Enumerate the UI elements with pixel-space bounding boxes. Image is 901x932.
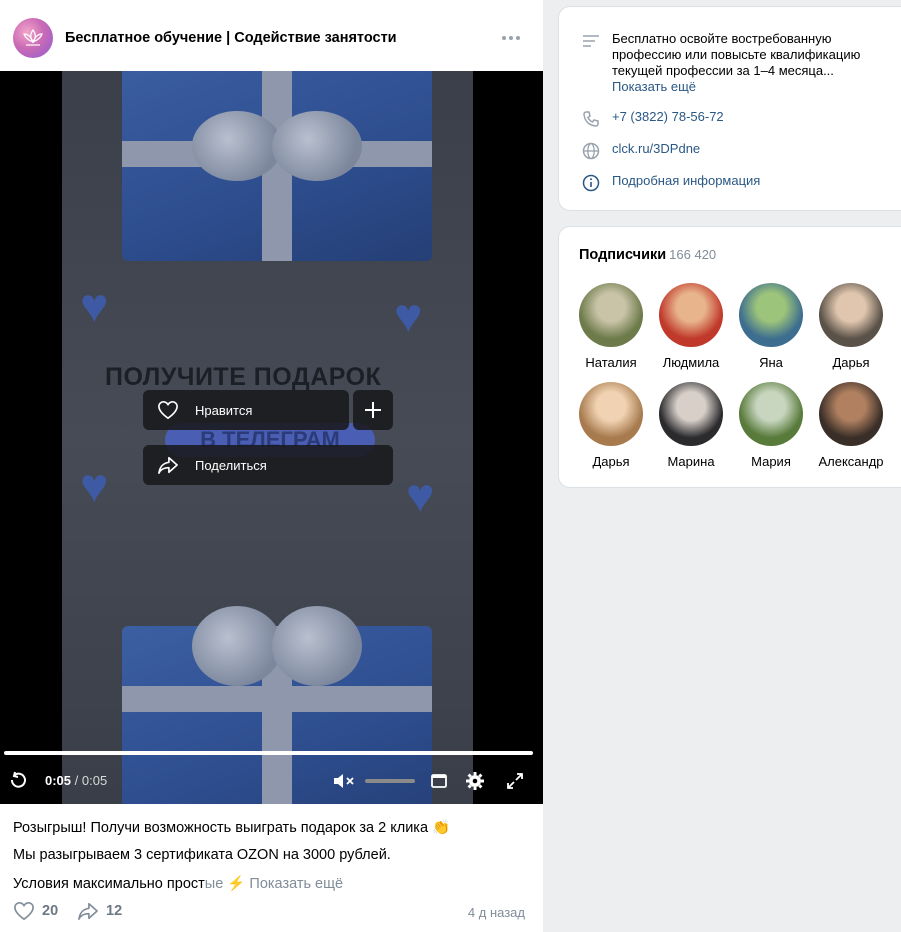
time-separator: / (74, 773, 79, 788)
add-to-saved-button[interactable] (353, 390, 393, 430)
info-icon (581, 173, 601, 193)
replay-icon (10, 771, 26, 788)
subscriber-name: Дарья (592, 454, 630, 469)
subscriber-avatar (739, 382, 803, 446)
phone-row: +7 (3822) 78-56-72 (581, 109, 724, 129)
like-label: Нравится (195, 402, 253, 418)
globe-icon (581, 141, 601, 161)
website-link[interactable]: clck.ru/3DPdne (612, 141, 700, 156)
subscriber-name: Александр (818, 454, 884, 469)
subscriber-name: Марина (667, 454, 715, 469)
like-button[interactable]: Нравится (143, 390, 349, 430)
muted-speaker-icon (334, 774, 354, 788)
share-label: Поделиться (195, 457, 267, 473)
subscriber-name: Наталия (585, 355, 637, 370)
phone-icon (581, 109, 601, 129)
video-player[interactable]: ♥ ♥ ♥ ♥ ПОЛУЧИТЕ ПОДАРОК В ТЕЛЕГРАМ Нрав… (0, 71, 543, 804)
dot-icon (502, 36, 506, 40)
time-total: 0:05 (81, 773, 108, 788)
details-row: Подробная информация (581, 173, 760, 193)
share-button[interactable]: Поделиться (143, 445, 393, 485)
share-icon (158, 456, 178, 474)
subscriber-avatar (739, 283, 803, 347)
subscriber-avatar (819, 283, 883, 347)
expand-icon (507, 773, 523, 789)
text-lines-icon (581, 31, 601, 51)
group-name-link[interactable]: Бесплатное обучение | Содействие занятос… (65, 30, 397, 46)
post-text-line: Мы разыгрываем 3 сертификата OZON на 300… (13, 847, 391, 863)
mute-button[interactable] (332, 769, 356, 793)
group-description: Бесплатно освойте востребованную професс… (612, 31, 861, 78)
subscriber-avatar (579, 283, 643, 347)
time-display: 0:05 / 0:05 (45, 773, 107, 788)
post-text-line: Условия максимально простые ⚡ Показать е… (13, 875, 343, 892)
phone-link[interactable]: +7 (3822) 78-56-72 (612, 109, 724, 124)
subscriber-item[interactable]: Наталия (571, 283, 651, 370)
heart-icon: ♥ (394, 290, 423, 343)
lotus-logo-icon (23, 28, 43, 46)
more-options-button[interactable] (499, 30, 523, 46)
gift-box-image (122, 71, 432, 261)
heart-outline-icon (14, 901, 34, 921)
gear-icon (466, 772, 484, 790)
post-text-line: Розыгрыш! Получи возможность выиграть по… (13, 820, 451, 836)
promo-title: ПОЛУЧИТЕ ПОДАРОК (105, 363, 382, 391)
post-header: Бесплатное обучение | Содействие занятос… (0, 0, 543, 71)
post-text-visible: Условия максимально прост (13, 876, 205, 892)
settings-button[interactable] (463, 769, 487, 793)
subscriber-avatar (819, 382, 883, 446)
heart-icon: ♥ (406, 470, 435, 523)
video-controls: 0:05 / 0:05 (0, 761, 543, 801)
subscriber-item[interactable]: Мария (731, 382, 811, 469)
miniplayer-button[interactable] (428, 769, 450, 793)
subscriber-item[interactable]: Марина (651, 382, 731, 469)
subscribers-label: Подписчики (579, 247, 667, 263)
subscriber-name: Мария (751, 454, 791, 469)
subscriber-avatar (579, 382, 643, 446)
fullscreen-button[interactable] (503, 769, 527, 793)
group-info-card: Бесплатно освойте востребованную професс… (558, 6, 901, 211)
description-show-more-link[interactable]: Показать ещё (612, 79, 882, 94)
website-row: clck.ru/3DPdne (581, 141, 700, 161)
group-avatar[interactable] (13, 18, 53, 58)
share-icon (78, 902, 98, 920)
subscriber-avatar (659, 382, 723, 446)
subscriber-name: Людмила (662, 355, 720, 370)
heart-icon: ♥ (80, 280, 109, 333)
post-date[interactable]: 4 д назад (468, 905, 525, 920)
dot-icon (509, 36, 513, 40)
subscriber-name: Яна (759, 355, 783, 370)
volume-slider[interactable] (365, 779, 415, 783)
details-link[interactable]: Подробная информация (612, 173, 760, 188)
likes-count: 20 (42, 903, 59, 919)
post-text-fade: ые ⚡ (204, 876, 246, 892)
subscriber-item[interactable]: Дарья (571, 382, 651, 469)
video-progress-bar[interactable] (4, 751, 533, 755)
shares-button[interactable]: 12 (77, 901, 122, 921)
post-footer: 20 12 4 д назад (13, 901, 525, 925)
shares-count: 12 (106, 903, 123, 919)
subscriber-item[interactable]: Людмила (651, 283, 731, 370)
heart-outline-icon (158, 400, 178, 420)
subscribers-title[interactable]: Подписчики 166 420 (579, 247, 716, 263)
subscriber-item[interactable]: Александр (811, 382, 891, 469)
window-icon (431, 774, 447, 788)
post-card: Бесплатное обучение | Содействие занятос… (0, 0, 543, 932)
likes-button[interactable]: 20 (13, 901, 58, 921)
heart-icon: ♥ (80, 460, 109, 513)
dot-icon (516, 36, 520, 40)
time-current: 0:05 (45, 773, 72, 788)
subscriber-item[interactable]: Яна (731, 283, 811, 370)
subscribers-count: 166 420 (669, 247, 717, 262)
subscriber-name: Дарья (832, 355, 870, 370)
subscribers-card: Подписчики 166 420 Наталия Людмила Яна Дарья… (558, 226, 901, 488)
plus-icon (365, 402, 381, 418)
description-row: Бесплатно освойте востребованную професс… (581, 31, 882, 94)
subscriber-avatar (659, 283, 723, 347)
show-more-link[interactable]: Показать ещё (249, 876, 343, 892)
replay-button[interactable] (6, 769, 30, 793)
subscriber-item[interactable]: Дарья (811, 283, 891, 370)
